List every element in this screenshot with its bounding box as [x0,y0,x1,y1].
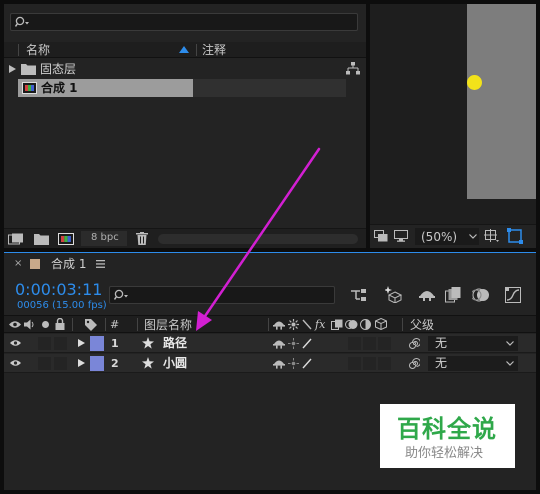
watermark-title: 百科全说 [397,415,497,443]
watermark-badge: 百科全说 助你轻松解决 [380,404,515,468]
watermark-subtitle: 助你轻松解决 [405,446,484,461]
